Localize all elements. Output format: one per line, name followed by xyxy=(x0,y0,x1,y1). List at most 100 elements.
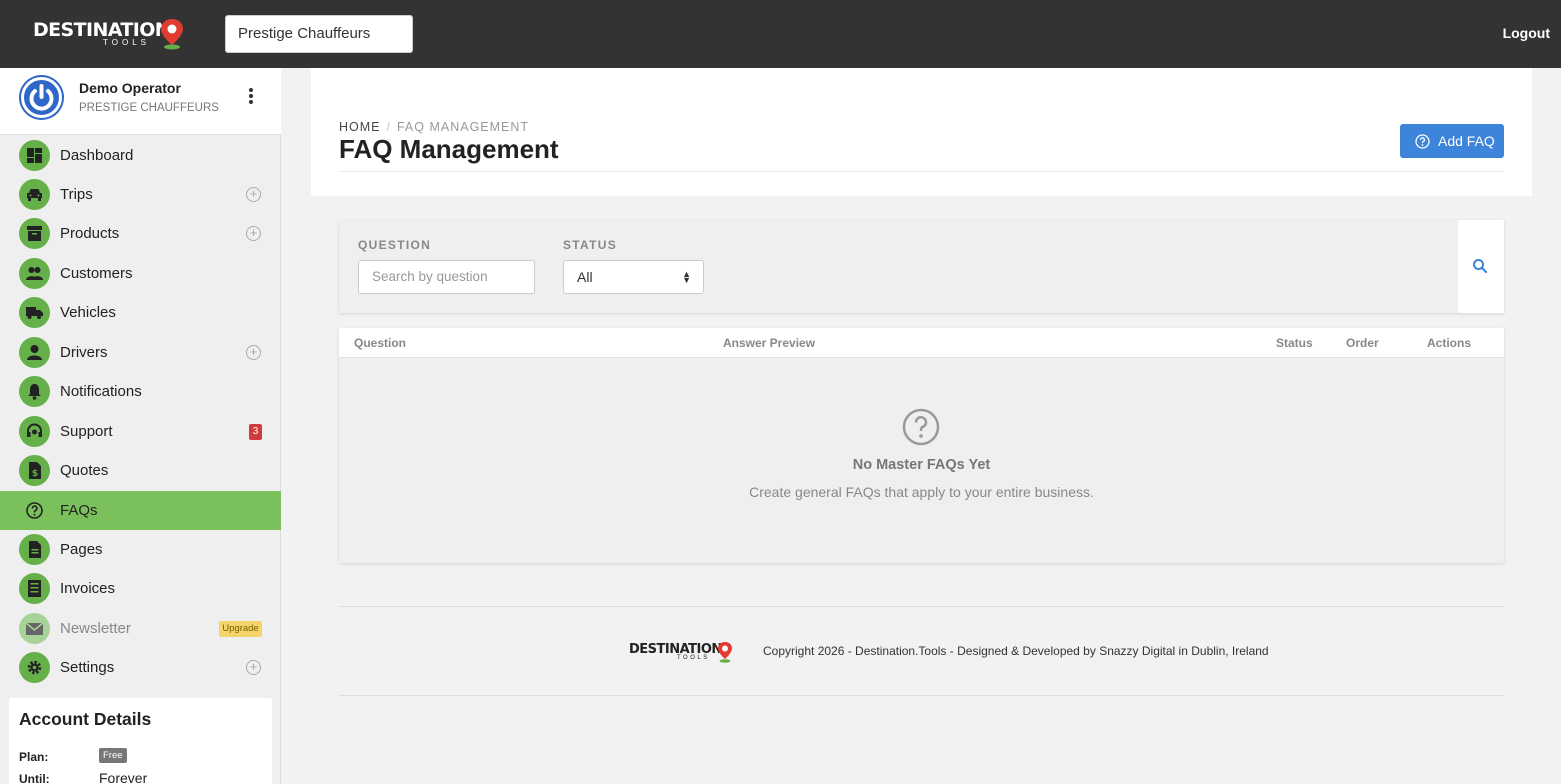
sidebar-item-notifications[interactable]: Notifications xyxy=(0,372,281,411)
sidebar-item-trips[interactable]: Trips + xyxy=(0,175,281,214)
add-trip-icon[interactable]: + xyxy=(246,187,261,202)
sidebar-item-label: Customers xyxy=(60,265,133,282)
breadcrumb-current: FAQ MANAGEMENT xyxy=(396,120,530,134)
company-selector[interactable]: Prestige Chauffeurs xyxy=(225,15,413,53)
sidebar-item-vehicles[interactable]: Vehicles xyxy=(0,293,281,332)
person-icon xyxy=(19,337,50,368)
sidebar-item-faqs[interactable]: FAQs xyxy=(0,491,281,530)
add-product-icon[interactable]: + xyxy=(246,226,261,241)
sidebar-item-newsletter[interactable]: Newsletter Upgrade xyxy=(0,609,281,648)
sidebar-item-dashboard[interactable]: Dashboard xyxy=(0,136,281,175)
sidebar-item-pages[interactable]: Pages xyxy=(0,530,281,569)
add-faq-button[interactable]: Add FAQ xyxy=(1400,124,1504,158)
column-header-question[interactable]: Question xyxy=(354,336,406,350)
sidebar-item-label: FAQs xyxy=(60,502,98,519)
logout-link[interactable]: Logout xyxy=(1503,25,1550,41)
status-select[interactable]: All ▲ ▼ xyxy=(563,260,704,294)
map-pin-icon xyxy=(161,19,183,50)
plan-badge: Free xyxy=(99,748,127,763)
profile-header: Demo Operator PRESTIGE CHAUFFEURS xyxy=(0,68,281,135)
sidebar-item-label: Quotes xyxy=(60,462,109,479)
select-caret-icon: ▲ ▼ xyxy=(682,269,691,285)
power-icon xyxy=(21,77,62,118)
account-details-title: Account Details xyxy=(19,709,152,729)
help-circle-icon xyxy=(1415,134,1430,149)
destination-tools-logo[interactable]: DESTINATION TOOLS xyxy=(33,18,185,50)
bell-icon xyxy=(19,376,50,407)
footer-divider-bottom xyxy=(339,695,1504,696)
footer-logo-subtitle: TOOLS xyxy=(677,655,710,661)
column-header-order[interactable]: Order xyxy=(1346,336,1379,350)
headset-icon xyxy=(19,416,50,447)
more-options-icon[interactable] xyxy=(243,86,259,108)
question-filter-label: QUESTION xyxy=(358,238,432,252)
sidebar-item-customers[interactable]: Customers xyxy=(0,254,281,293)
sidebar-item-label: Pages xyxy=(60,541,103,558)
sidebar-item-label: Notifications xyxy=(60,383,142,400)
footer-divider-top xyxy=(339,606,1504,607)
search-icon xyxy=(1473,259,1488,274)
header-divider xyxy=(339,171,1504,172)
archive-icon xyxy=(19,218,50,249)
plan-label: Plan: xyxy=(19,750,49,764)
empty-state-text: Create general FAQs that apply to your e… xyxy=(749,484,1094,500)
mail-icon xyxy=(19,613,50,644)
sidebar-item-label: Invoices xyxy=(60,580,116,597)
sidebar-item-label: Settings xyxy=(60,659,115,676)
column-header-actions: Actions xyxy=(1427,336,1472,350)
sidebar-item-invoices[interactable]: Invoices xyxy=(0,569,281,608)
question-search-input[interactable]: Search by question xyxy=(358,260,535,294)
column-header-status[interactable]: Status xyxy=(1276,336,1313,350)
until-label: Until: xyxy=(19,772,50,784)
map-pin-icon xyxy=(718,642,732,663)
sidebar-item-label: Newsletter xyxy=(60,620,131,637)
breadcrumb-home[interactable]: HOME xyxy=(339,120,381,134)
sidebar: Demo Operator PRESTIGE CHAUFFEURS Dashbo… xyxy=(0,68,281,784)
sidebar-item-drivers[interactable]: Drivers + xyxy=(0,333,281,372)
car-icon xyxy=(19,179,50,210)
page-header: HOME / FAQ MANAGEMENT FAQ Management Add F… xyxy=(311,68,1532,196)
page-title: FAQ Management xyxy=(339,134,559,164)
sidebar-item-label: Trips xyxy=(60,186,93,203)
sidebar-item-label: Dashboard xyxy=(60,147,134,164)
sidebar-item-settings[interactable]: Settings + xyxy=(0,648,281,687)
sidebar-item-label: Products xyxy=(60,225,120,242)
table-header: Question Answer Preview Status Order Act… xyxy=(339,328,1504,358)
help-circle-icon xyxy=(19,495,50,526)
logo-subtitle: TOOLS xyxy=(103,38,150,47)
svg-text:$: $ xyxy=(32,469,38,479)
sidebar-item-label: Support xyxy=(60,423,113,440)
empty-state-title: No Master FAQs Yet xyxy=(852,457,991,473)
invoice-icon xyxy=(19,573,50,604)
column-header-answer-preview[interactable]: Answer Preview xyxy=(723,336,815,350)
sidebar-item-label: Vehicles xyxy=(60,304,116,321)
profile-name: Demo Operator xyxy=(79,80,181,96)
truck-icon xyxy=(19,297,50,328)
sidebar-item-products[interactable]: Products + xyxy=(0,214,281,253)
sidebar-item-label: Drivers xyxy=(60,344,108,361)
gear-icon xyxy=(19,652,50,683)
people-icon xyxy=(19,258,50,289)
page-icon xyxy=(19,534,50,565)
sidebar-item-quotes[interactable]: $ Quotes xyxy=(0,451,281,490)
add-faq-label: Add FAQ xyxy=(1438,133,1495,149)
search-button[interactable] xyxy=(1458,220,1504,313)
account-details-card: Account Details Plan: Free Until: Foreve… xyxy=(9,698,272,784)
avatar[interactable] xyxy=(19,75,64,120)
sidebar-item-support[interactable]: Support 3 xyxy=(0,412,281,451)
quote-doc-icon: $ xyxy=(19,455,50,486)
breadcrumb: HOME / FAQ MANAGEMENT xyxy=(339,120,529,134)
breadcrumb-separator: / xyxy=(386,120,391,134)
filter-panel: QUESTION Search by question STATUS All ▲… xyxy=(339,220,1504,313)
until-value: Forever xyxy=(99,770,148,784)
footer-logo[interactable]: DESTINATION TOOLS xyxy=(629,641,739,663)
copyright-text: Copyright 2026 - Destination.Tools - Des… xyxy=(763,644,1269,658)
settings-expand-icon[interactable]: + xyxy=(246,660,261,675)
top-bar: DESTINATION TOOLS Prestige Chauffeurs Lo… xyxy=(0,0,1561,68)
faq-table: Question Answer Preview Status Order Act… xyxy=(339,328,1504,563)
upgrade-badge[interactable]: Upgrade xyxy=(219,621,262,637)
profile-company: PRESTIGE CHAUFFEURS xyxy=(79,102,219,114)
add-driver-icon[interactable]: + xyxy=(246,345,261,360)
support-count-badge: 3 xyxy=(249,424,262,440)
dashboard-icon xyxy=(19,140,50,171)
